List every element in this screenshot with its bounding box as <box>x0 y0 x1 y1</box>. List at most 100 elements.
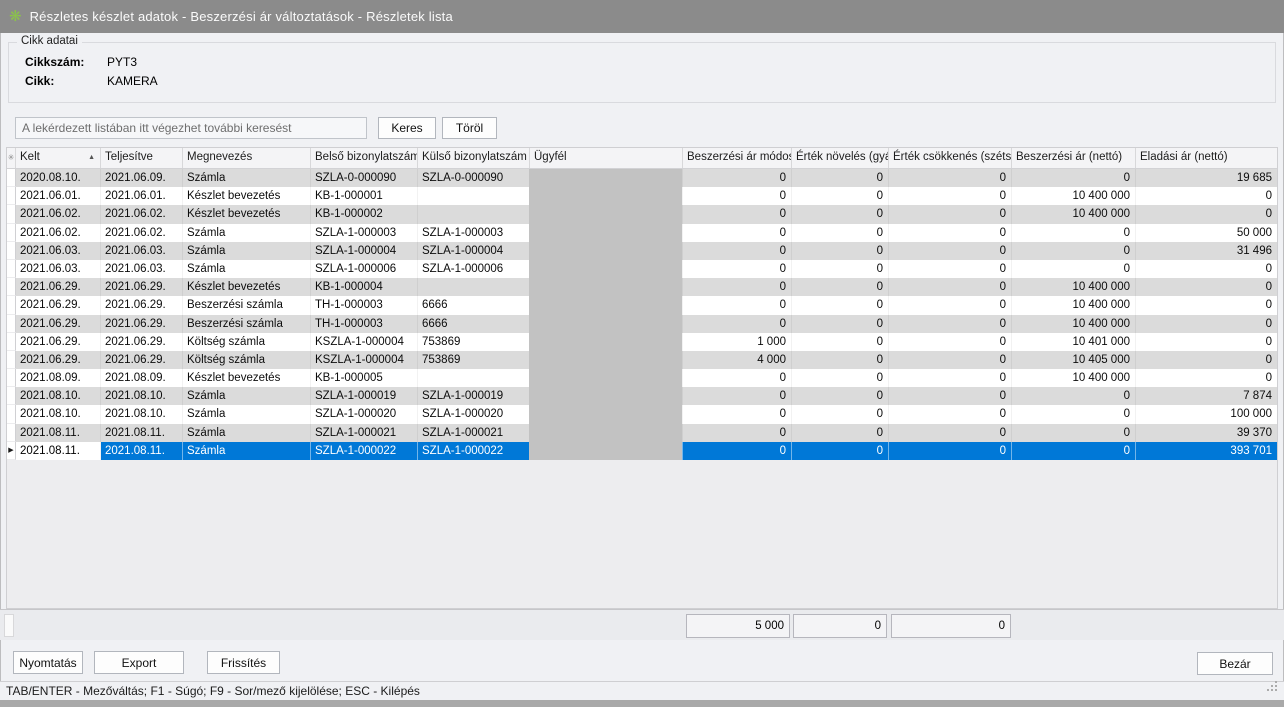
grid-cell[interactable]: Készlet bevezetés <box>183 205 311 223</box>
export-button[interactable]: Export <box>94 651 184 674</box>
grid-cell[interactable]: 0 <box>1012 242 1136 260</box>
grid-cell[interactable]: 1 000 <box>683 333 792 351</box>
grid-cell[interactable]: 0 <box>889 333 1012 351</box>
grid-cell[interactable]: Költség számla <box>183 351 311 369</box>
grid-cell[interactable]: 2021.08.11. <box>16 442 101 460</box>
grid-cell[interactable]: 0 <box>1136 369 1278 387</box>
grid-cell[interactable]: SZLA-1-000022 <box>418 442 530 460</box>
grid-cell[interactable]: 0 <box>683 296 792 314</box>
grid-cell[interactable]: Számla <box>183 387 311 405</box>
grid-cell[interactable]: KSZLA-1-000004 <box>311 333 418 351</box>
grid-cell[interactable]: 0 <box>889 315 1012 333</box>
resize-grip[interactable] <box>1267 689 1269 691</box>
column-header[interactable]: Teljesítve <box>101 148 183 168</box>
grid-cell[interactable] <box>418 369 530 387</box>
grid-cell[interactable]: 10 400 000 <box>1012 205 1136 223</box>
grid-cell[interactable]: 100 000 <box>1136 405 1278 423</box>
grid-cell[interactable]: Számla <box>183 405 311 423</box>
grid-cell[interactable]: 10 405 000 <box>1012 351 1136 369</box>
grid-cell[interactable]: 6666 <box>418 315 530 333</box>
grid-cell[interactable]: 0 <box>1012 442 1136 460</box>
refresh-button[interactable]: Frissítés <box>207 651 280 674</box>
grid-cell[interactable] <box>418 187 530 205</box>
grid-cell[interactable]: 2021.06.09. <box>101 169 183 187</box>
grid-cell[interactable]: 2021.08.10. <box>16 405 101 423</box>
grid-cell[interactable]: 0 <box>1012 424 1136 442</box>
grid-cell[interactable]: 6666 <box>418 296 530 314</box>
grid-cell[interactable]: Számla <box>183 260 311 278</box>
search-button[interactable]: Keres <box>378 117 436 139</box>
grid-cell[interactable]: 0 <box>1136 205 1278 223</box>
grid-cell[interactable]: 0 <box>683 242 792 260</box>
grid-cell[interactable]: 0 <box>889 205 1012 223</box>
grid-cell[interactable]: 0 <box>792 224 889 242</box>
grid-cell[interactable]: 0 <box>889 387 1012 405</box>
grid-cell[interactable]: 2021.06.02. <box>16 224 101 242</box>
title-bar[interactable]: ❋ Részletes készlet adatok - Beszerzési … <box>0 0 1284 33</box>
grid-cell[interactable]: Készlet bevezetés <box>183 369 311 387</box>
grid-cell[interactable]: 2021.06.03. <box>16 242 101 260</box>
grid-cell[interactable]: 0 <box>683 169 792 187</box>
grid-cell[interactable]: 2021.06.03. <box>101 242 183 260</box>
grid-cell[interactable]: 10 400 000 <box>1012 369 1136 387</box>
grid-cell[interactable]: 0 <box>792 242 889 260</box>
grid-cell[interactable]: TH-1-000003 <box>311 296 418 314</box>
grid-cell[interactable]: SZLA-1-000021 <box>311 424 418 442</box>
column-header[interactable]: Ügyfél <box>530 148 683 168</box>
grid-cell[interactable]: 0 <box>1012 169 1136 187</box>
grid-cell[interactable]: 753869 <box>418 351 530 369</box>
grid-cell[interactable]: 0 <box>683 405 792 423</box>
grid-cell[interactable]: Készlet bevezetés <box>183 187 311 205</box>
grid-cell[interactable]: 0 <box>683 260 792 278</box>
grid-cell[interactable]: SZLA-1-000006 <box>418 260 530 278</box>
grid-cell[interactable]: 2021.06.29. <box>101 315 183 333</box>
grid-cell[interactable]: 19 685 <box>1136 169 1278 187</box>
grid-cell[interactable]: 0 <box>1012 260 1136 278</box>
grid-cell[interactable]: 39 370 <box>1136 424 1278 442</box>
grid-cell[interactable]: 0 <box>792 296 889 314</box>
grid-cell[interactable]: 0 <box>683 205 792 223</box>
row-indicator-header[interactable]: ✳ <box>7 148 16 168</box>
grid-cell[interactable]: 0 <box>1136 315 1278 333</box>
grid-cell[interactable]: 0 <box>889 187 1012 205</box>
grid-cell[interactable]: 0 <box>792 205 889 223</box>
grid-cell[interactable]: 0 <box>889 369 1012 387</box>
column-header[interactable]: Beszerzési ár módosí <box>683 148 792 168</box>
grid-cell[interactable]: 0 <box>683 187 792 205</box>
grid-cell[interactable]: Költség számla <box>183 333 311 351</box>
grid-cell[interactable]: 2021.06.02. <box>101 224 183 242</box>
grid-cell[interactable]: 0 <box>889 424 1012 442</box>
grid-cell[interactable]: Számla <box>183 242 311 260</box>
data-grid[interactable]: ✳Kelt▲TeljesítveMegnevezésBelső bizonyla… <box>6 147 1278 609</box>
grid-cell[interactable]: SZLA-1-000021 <box>418 424 530 442</box>
column-header[interactable]: Kelt▲ <box>16 148 101 168</box>
grid-cell[interactable]: 0 <box>889 405 1012 423</box>
grid-cell[interactable]: 0 <box>1136 260 1278 278</box>
grid-cell[interactable]: 0 <box>1136 296 1278 314</box>
grid-cell[interactable]: SZLA-1-000004 <box>311 242 418 260</box>
grid-cell[interactable]: 7 874 <box>1136 387 1278 405</box>
grid-cell[interactable]: 0 <box>792 260 889 278</box>
grid-cell[interactable]: KB-1-000001 <box>311 187 418 205</box>
grid-cell[interactable]: 0 <box>683 387 792 405</box>
grid-cell[interactable]: Számla <box>183 224 311 242</box>
grid-cell[interactable]: 0 <box>889 260 1012 278</box>
grid-cell[interactable]: 2021.08.11. <box>101 442 183 460</box>
grid-cell[interactable]: 2021.08.11. <box>101 424 183 442</box>
grid-cell[interactable]: 0 <box>1136 278 1278 296</box>
grid-cell[interactable]: 2021.06.01. <box>101 187 183 205</box>
grid-cell[interactable]: 2021.08.09. <box>101 369 183 387</box>
grid-cell[interactable]: Számla <box>183 442 311 460</box>
grid-cell[interactable]: 0 <box>683 369 792 387</box>
grid-cell[interactable]: SZLA-1-000022 <box>311 442 418 460</box>
grid-cell[interactable]: 0 <box>1012 224 1136 242</box>
grid-cell[interactable]: 10 400 000 <box>1012 315 1136 333</box>
grid-cell[interactable]: 0 <box>792 424 889 442</box>
grid-cell[interactable]: 0 <box>889 296 1012 314</box>
grid-cell[interactable]: 31 496 <box>1136 242 1278 260</box>
grid-cell[interactable]: 0 <box>683 224 792 242</box>
grid-cell[interactable]: SZLA-1-000003 <box>311 224 418 242</box>
grid-cell[interactable]: 0 <box>792 315 889 333</box>
grid-cell[interactable]: KB-1-000004 <box>311 278 418 296</box>
grid-cell[interactable]: 2021.06.29. <box>101 278 183 296</box>
